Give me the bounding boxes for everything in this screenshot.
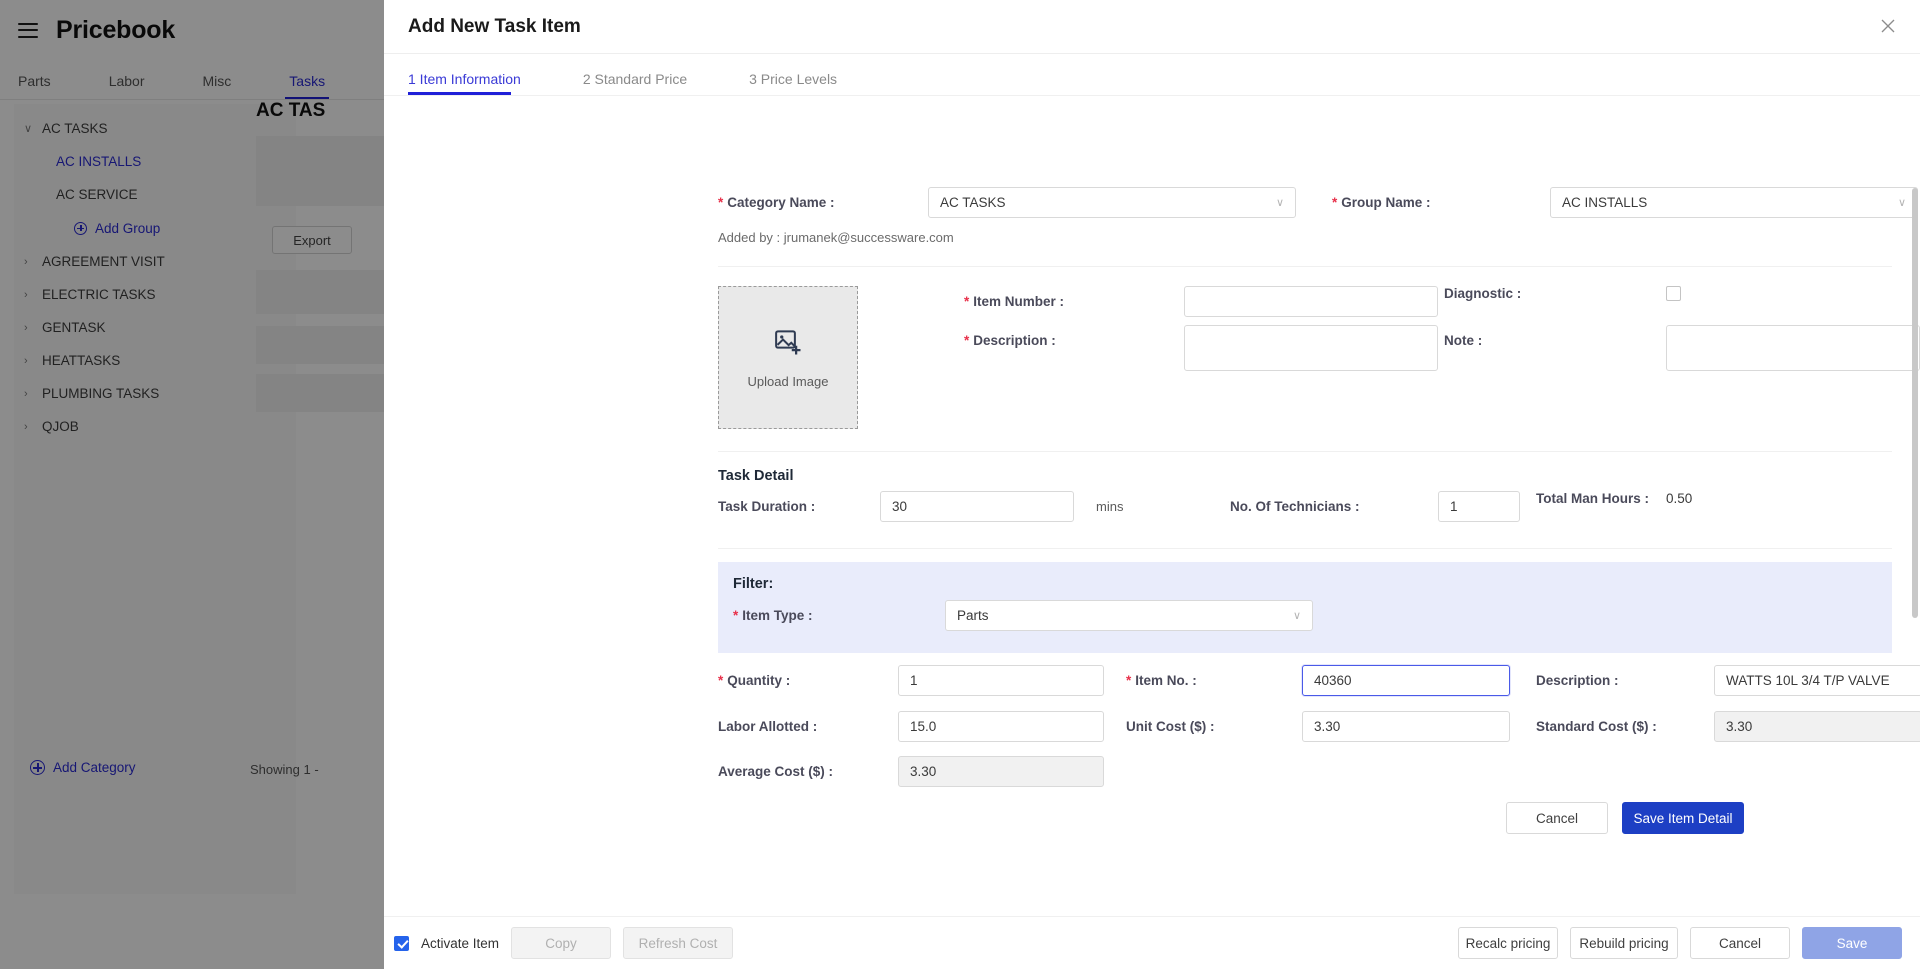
note-label: Note : [1444, 333, 1483, 348]
task-detail-heading: Task Detail [718, 468, 794, 484]
step-standard-price[interactable]: 2 Standard Price [583, 71, 687, 95]
group-name-field-group: * Group Name : AC INSTALLS ∨ [1332, 187, 1918, 218]
copy-button[interactable]: Copy [511, 927, 612, 959]
line-description-field-group: Description : [1536, 665, 1920, 696]
save-button[interactable]: Save [1802, 927, 1902, 959]
footer-right-actions: Recalc pricing Rebuild pricing Cancel Sa… [1458, 927, 1902, 959]
quantity-label: * Quantity : [718, 673, 791, 688]
item-type-select[interactable]: Parts ∨ [945, 600, 1313, 631]
chevron-down-icon: ∨ [1275, 197, 1284, 209]
item-type-label: * Item Type : [733, 608, 813, 623]
chevron-down-icon: ∨ [1897, 197, 1906, 209]
duration-unit-label: mins [1096, 499, 1124, 514]
step-price-levels[interactable]: 3 Price Levels [749, 71, 837, 95]
man-hours-field-group: Total Man Hours : 0.50 [1536, 491, 1692, 506]
labor-allotted-label: Labor Allotted : [718, 719, 818, 734]
unit-cost-field-group: Unit Cost ($) : [1126, 711, 1510, 742]
modal-scrollbar[interactable] [1912, 188, 1918, 618]
save-item-detail-button[interactable]: Save Item Detail [1622, 802, 1744, 834]
category-name-label: * Category Name : [718, 195, 835, 210]
average-cost-input[interactable] [898, 756, 1104, 787]
item-type-value: Parts [957, 608, 989, 623]
technicians-field-group: No. Of Technicians : [1230, 491, 1520, 522]
task-duration-input[interactable] [880, 491, 1074, 522]
diagnostic-checkbox[interactable] [1666, 286, 1681, 301]
task-duration-label: Task Duration : [718, 499, 816, 514]
category-name-select[interactable]: AC TASKS ∨ [928, 187, 1296, 218]
refresh-cost-button[interactable]: Refresh Cost [623, 927, 734, 959]
required-marker: * [964, 294, 970, 309]
rebuild-pricing-button[interactable]: Rebuild pricing [1570, 927, 1678, 959]
footer-left-actions: Activate Item Copy Refresh Cost [394, 927, 734, 959]
quantity-field-group: * Quantity : [718, 665, 1104, 696]
standard-cost-input[interactable] [1714, 711, 1920, 742]
group-name-select[interactable]: AC INSTALLS ∨ [1550, 187, 1918, 218]
task-duration-field-group: Task Duration : mins [718, 491, 1123, 522]
modal-title: Add New Task Item [408, 15, 581, 37]
cancel-button[interactable]: Cancel [1690, 927, 1790, 959]
man-hours-value: 0.50 [1666, 491, 1693, 506]
filter-heading: Filter: [733, 576, 774, 592]
item-number-field-group: * Item Number : [964, 286, 1438, 317]
item-number-input[interactable] [1184, 286, 1438, 317]
required-marker: * [733, 608, 739, 623]
section-divider [718, 266, 1892, 267]
modal-body: * Category Name : AC TASKS ∨ * Group Name … [384, 96, 1920, 958]
required-marker: * [1126, 673, 1132, 688]
chevron-down-icon: ∨ [1292, 610, 1301, 622]
recalc-pricing-button[interactable]: Recalc pricing [1458, 927, 1558, 959]
category-name-value: AC TASKS [940, 195, 1006, 210]
item-no-label: * Item No. : [1126, 673, 1197, 688]
section-divider [718, 548, 1892, 549]
labor-allotted-field-group: Labor Allotted : [718, 711, 1104, 742]
labor-allotted-input[interactable] [898, 711, 1104, 742]
note-textarea[interactable] [1666, 325, 1920, 371]
required-marker: * [964, 333, 970, 348]
add-task-item-modal: Add New Task Item 1 Item Information 2 S… [384, 0, 1920, 969]
step-item-information[interactable]: 1 Item Information [408, 71, 521, 95]
required-marker: * [1332, 195, 1338, 210]
line-description-input[interactable] [1714, 665, 1920, 696]
technicians-input[interactable] [1438, 491, 1520, 522]
activate-item-label: Activate Item [421, 935, 500, 951]
note-field-group: Note : [1444, 325, 1920, 371]
activate-item-checkbox[interactable] [394, 935, 409, 951]
group-name-label: * Group Name : [1332, 195, 1431, 210]
group-name-value: AC INSTALLS [1562, 195, 1648, 210]
standard-cost-label: Standard Cost ($) : [1536, 719, 1657, 734]
diagnostic-label: Diagnostic : [1444, 286, 1522, 301]
quantity-input[interactable] [898, 665, 1104, 696]
description-textarea[interactable] [1184, 325, 1438, 371]
category-name-field-group: * Category Name : AC TASKS ∨ [718, 187, 1296, 218]
added-by-text: Added by : jrumanek@successware.com [718, 230, 954, 245]
modal-header: Add New Task Item [384, 0, 1920, 54]
item-number-label: * Item Number : [964, 294, 1065, 309]
required-marker: * [718, 673, 724, 688]
item-type-field-group: * Item Type : Parts ∨ [733, 600, 1313, 631]
modal-footer: Activate Item Copy Refresh Cost Recalc p… [384, 916, 1920, 969]
wizard-steps: 1 Item Information 2 Standard Price 3 Pr… [384, 54, 1920, 96]
image-upload-icon [773, 327, 803, 362]
technicians-label: No. Of Technicians : [1230, 499, 1360, 514]
unit-cost-label: Unit Cost ($) : [1126, 719, 1215, 734]
close-icon[interactable] [1878, 16, 1898, 36]
upload-image-dropzone[interactable]: Upload Image [718, 286, 858, 429]
item-detail-actions: Cancel Save Item Detail [1506, 802, 1744, 834]
item-no-input[interactable] [1302, 665, 1510, 696]
standard-cost-field-group: Standard Cost ($) : [1536, 711, 1920, 742]
man-hours-label: Total Man Hours : [1536, 491, 1649, 506]
unit-cost-input[interactable] [1302, 711, 1510, 742]
description-field-group: * Description : [964, 325, 1438, 371]
average-cost-label: Average Cost ($) : [718, 764, 834, 779]
description-label: * Description : [964, 333, 1056, 348]
section-divider [718, 451, 1892, 452]
average-cost-field-group: Average Cost ($) : [718, 756, 1104, 787]
upload-image-label: Upload Image [747, 373, 829, 389]
line-description-label: Description : [1536, 673, 1619, 688]
required-marker: * [718, 195, 724, 210]
item-no-field-group: * Item No. : [1126, 665, 1510, 696]
diagnostic-field-group: Diagnostic : [1444, 286, 1681, 301]
cancel-item-button[interactable]: Cancel [1506, 802, 1608, 834]
